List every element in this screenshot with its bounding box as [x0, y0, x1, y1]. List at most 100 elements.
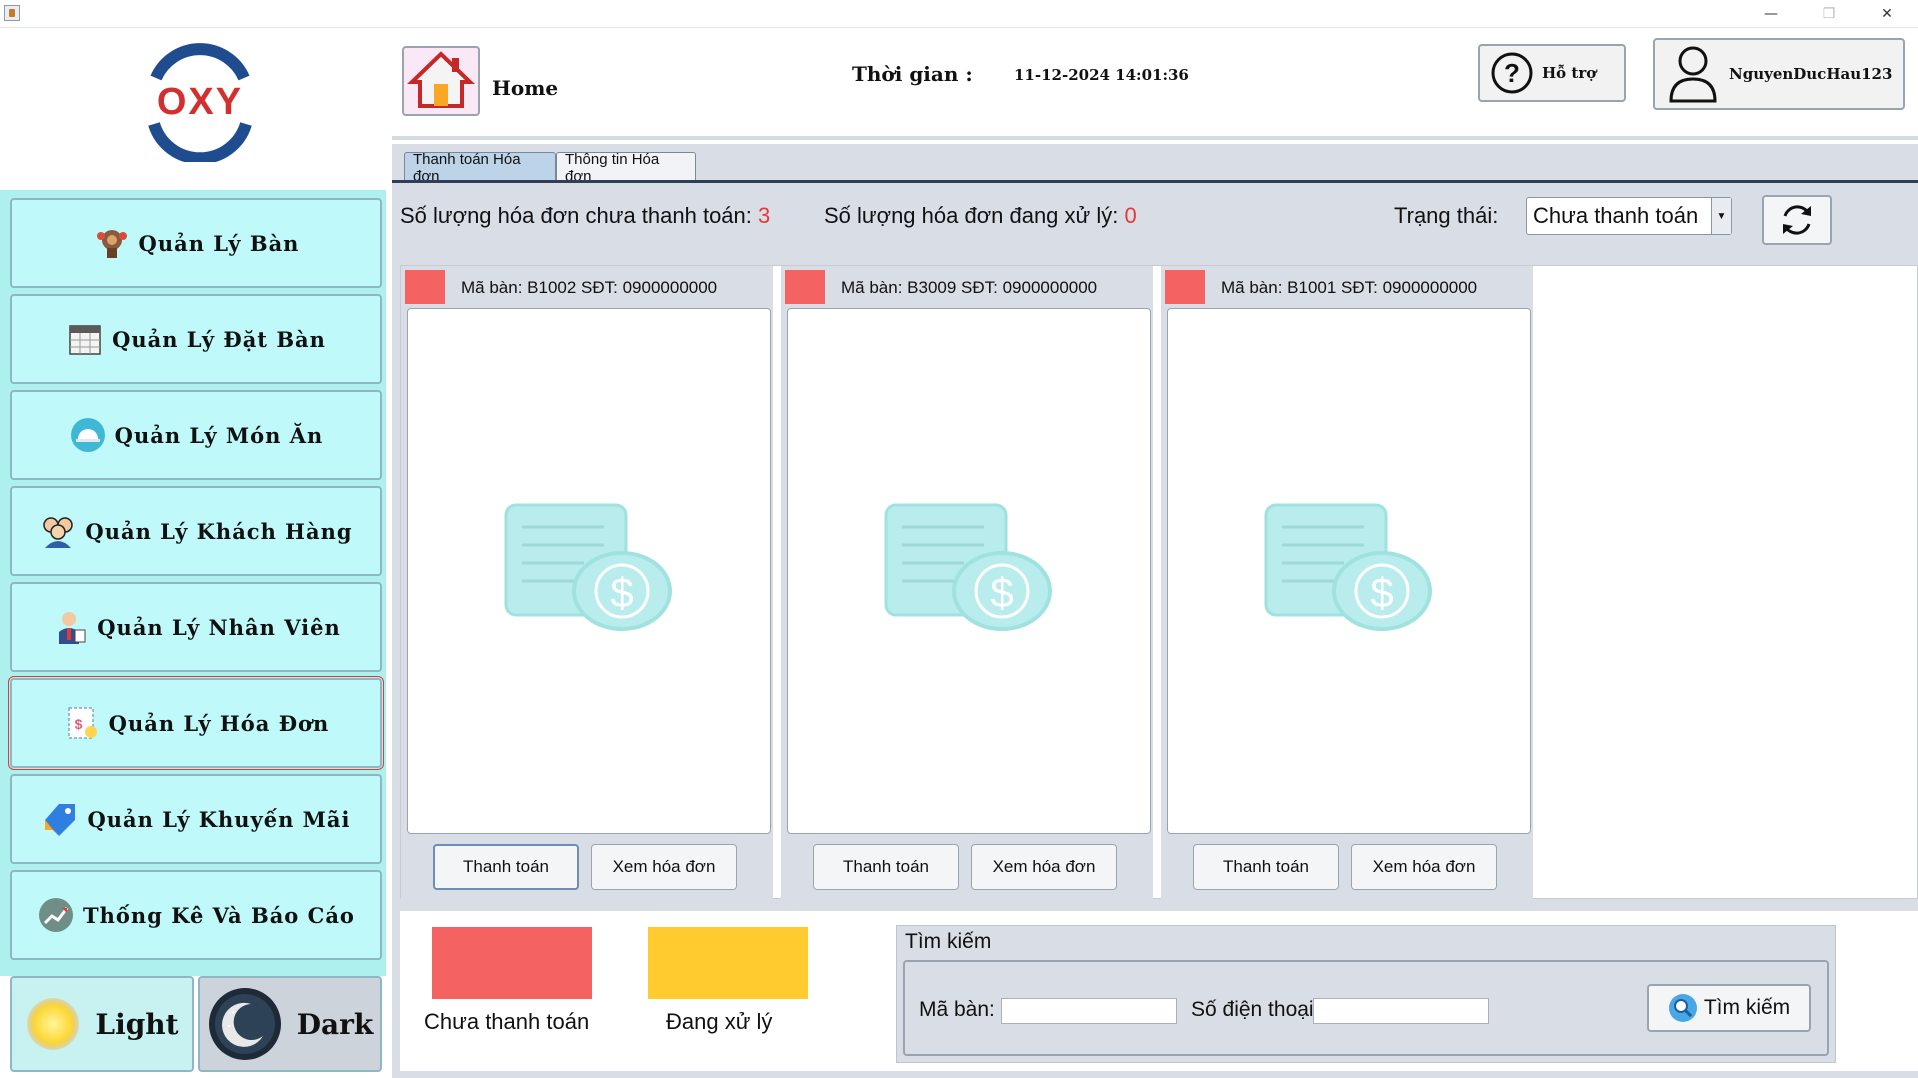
employee-icon: [59, 612, 86, 644]
phone-input[interactable]: [1313, 998, 1489, 1024]
pay-button[interactable]: Thanh toán: [813, 844, 959, 890]
invoice-card-body: $: [407, 308, 771, 834]
unpaid-count-value: 3: [758, 203, 771, 228]
processing-count-value: 0: [1124, 203, 1137, 228]
sidebar-item-label: Quản Lý Nhân Viên: [97, 614, 341, 640]
svg-text:$: $: [74, 716, 83, 732]
light-theme-button[interactable]: Light: [10, 976, 194, 1072]
processing-count-stat: Số lượng hóa đơn đang xử lý: 0: [824, 203, 1137, 229]
search-icon: [1668, 994, 1697, 1022]
invoice-cards-area: Mã bàn: B1002 SĐT: 0900000000 $ Thanh to…: [400, 265, 1918, 900]
time-value: 11-12-2024 14:01:36: [1014, 66, 1189, 84]
help-button[interactable]: ? Hỗ trợ: [1478, 44, 1626, 102]
home-icon: [407, 51, 475, 108]
sidebar-item-invoice[interactable]: $ Quản Lý Hóa Đơn: [8, 676, 384, 770]
invoice-icon: $: [67, 707, 97, 739]
help-label: Hỗ trợ: [1542, 64, 1597, 82]
home-button[interactable]: [402, 46, 480, 116]
unpaid-count-stat: Số lượng hóa đơn chưa thanh toán: 3: [400, 203, 770, 229]
sidebar-item-table[interactable]: Quản Lý Bàn: [10, 198, 382, 288]
sidebar: OXY Quản Lý Bàn Quản Lý Đặt Bàn Quản Lý …: [0, 34, 386, 1078]
sidebar-item-label: Quản Lý Món Ăn: [114, 422, 324, 448]
search-panel: Tìm kiếm Mã bàn: Số điện thoại: Tìm kiếm: [896, 925, 1836, 1063]
svg-text:$: $: [1370, 569, 1393, 616]
light-theme-label: Light: [95, 1007, 179, 1041]
refresh-button[interactable]: [1762, 195, 1832, 245]
close-button[interactable]: ✕: [1864, 0, 1910, 28]
legend-and-search: Chưa thanh toán Đang xử lý Tìm kiếm Mã b…: [400, 911, 1918, 1071]
sidebar-item-customers[interactable]: Quản Lý Khách Hàng: [10, 486, 382, 576]
search-panel-title: Tìm kiếm: [905, 930, 992, 953]
pay-button[interactable]: Thanh toán: [433, 844, 579, 890]
header: Home Thời gian : 11-12-2024 14:01:36 ? H…: [392, 34, 1918, 140]
status-label: Trạng thái:: [1394, 203, 1499, 228]
calendar-icon: [69, 325, 101, 355]
unpaid-status-indicator: [1165, 270, 1205, 304]
unpaid-count-label: Số lượng hóa đơn chưa thanh toán:: [400, 203, 752, 228]
status-selected-value: Chưa thanh toán: [1533, 203, 1699, 228]
food-dish-icon: [70, 418, 105, 452]
invoice-card: Mã bàn: B1002 SĐT: 0900000000 $ Thanh to…: [401, 266, 773, 900]
invoice-card-title: Mã bàn: B3009 SĐT: 0900000000: [841, 278, 1098, 297]
minimize-button[interactable]: —: [1748, 0, 1794, 28]
invoice-card-body: $: [787, 308, 1151, 834]
sidebar-item-label: Quản Lý Bàn: [138, 230, 300, 256]
sidebar-item-statistics[interactable]: Thống Kê Và Báo Cáo: [10, 870, 382, 960]
chevron-down-icon[interactable]: ▼: [1711, 198, 1731, 234]
sidebar-item-food[interactable]: Quản Lý Món Ăn: [10, 390, 382, 480]
home-label: Home: [492, 76, 559, 100]
moon-icon: [208, 988, 281, 1060]
sidebar-item-reservation[interactable]: Quản Lý Đặt Bàn: [10, 294, 382, 384]
window-title-bar: — ❐ ✕: [0, 0, 1918, 28]
table-code-label: Mã bàn:: [919, 998, 995, 1021]
tab-strip: Thanh toán Hóa đơn Thông tin Hóa đơn: [392, 144, 1918, 185]
pay-button[interactable]: Thanh toán: [1193, 844, 1339, 890]
tab-invoice-payment[interactable]: Thanh toán Hóa đơn: [404, 151, 556, 185]
bill-dollar-icon: $: [1264, 503, 1432, 631]
search-button-label: Tìm kiếm: [1703, 996, 1791, 1019]
svg-text:$: $: [990, 569, 1013, 616]
sidebar-item-promotion[interactable]: Quản Lý Khuyến Mãi: [10, 774, 382, 864]
time-label: Thời gian :: [852, 62, 973, 86]
table-code-input[interactable]: [1001, 998, 1177, 1024]
username-label: NguyenDucHau123: [1729, 65, 1893, 83]
sidebar-item-label: Thống Kê Và Báo Cáo: [83, 902, 355, 928]
view-invoice-button[interactable]: Xem hóa đơn: [1351, 844, 1497, 890]
unpaid-legend-swatch: [432, 927, 592, 999]
dark-theme-button[interactable]: Dark: [198, 976, 382, 1072]
invoice-card-header: Mã bàn: B1001 SĐT: 0900000000: [1161, 266, 1533, 308]
logo-text: OXY: [157, 81, 243, 123]
bill-dollar-icon: $: [504, 503, 672, 631]
invoice-card: Mã bàn: B1001 SĐT: 0900000000 $ Thanh to…: [1161, 266, 1533, 900]
user-account-button[interactable]: NguyenDucHau123: [1653, 38, 1905, 110]
promotion-tag-icon: [45, 804, 76, 836]
unpaid-status-indicator: [405, 270, 445, 304]
sidebar-item-label: Quản Lý Đặt Bàn: [112, 326, 326, 352]
phone-label: Số điện thoại:: [1191, 998, 1320, 1021]
sidebar-item-label: Quản Lý Khuyến Mãi: [87, 806, 351, 832]
invoice-payment-panel: Số lượng hóa đơn chưa thanh toán: 3 Số l…: [392, 183, 1918, 1078]
tab-invoice-info[interactable]: Thông tin Hóa đơn: [556, 151, 696, 185]
oxy-logo: OXY: [148, 43, 252, 162]
maximize-button[interactable]: ❐: [1806, 0, 1852, 28]
status-select[interactable]: Chưa thanh toán ▼: [1526, 197, 1732, 235]
processing-count-label: Số lượng hóa đơn đang xử lý:: [824, 203, 1119, 228]
sun-icon: [27, 998, 80, 1050]
view-invoice-button[interactable]: Xem hóa đơn: [591, 844, 737, 890]
processing-legend-swatch: [648, 927, 808, 999]
sidebar-item-employees[interactable]: Quản Lý Nhân Viên: [10, 582, 382, 672]
processing-legend-label: Đang xử lý: [666, 1009, 773, 1034]
view-invoice-button[interactable]: Xem hóa đơn: [971, 844, 1117, 890]
invoice-card-title: Mã bàn: B1002 SĐT: 0900000000: [461, 278, 718, 297]
help-question-icon: ?: [1491, 52, 1533, 94]
statistics-icon: [39, 898, 74, 932]
refresh-icon: [1783, 205, 1811, 235]
logo-area: OXY: [0, 34, 386, 190]
bill-dollar-icon: $: [884, 503, 1052, 631]
sidebar-item-label: Quản Lý Khách Hàng: [85, 518, 353, 544]
invoice-card-title: Mã bàn: B1001 SĐT: 0900000000: [1221, 278, 1478, 297]
invoice-card-body: $: [1167, 308, 1531, 834]
customers-icon: [43, 517, 74, 548]
search-button[interactable]: Tìm kiếm: [1647, 984, 1811, 1032]
dark-theme-label: Dark: [296, 1007, 374, 1041]
